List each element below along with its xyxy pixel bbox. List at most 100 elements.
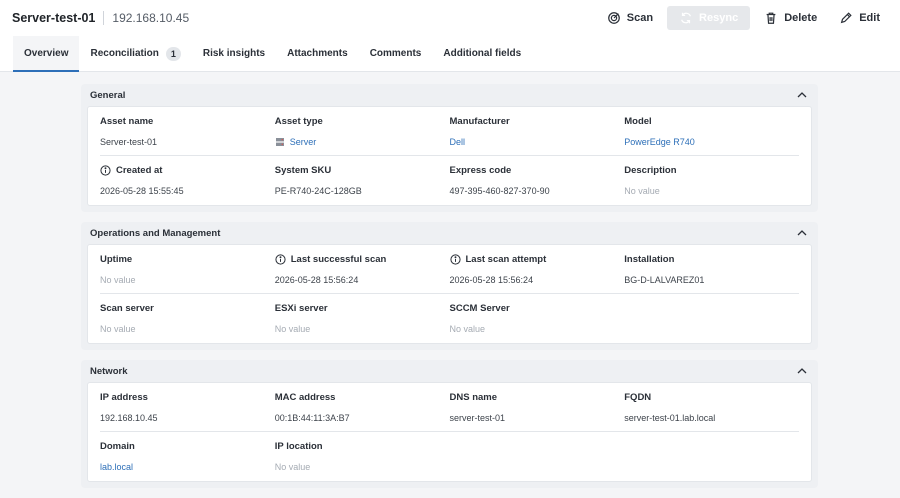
resync-label: Resync bbox=[699, 12, 739, 24]
delete-label: Delete bbox=[784, 12, 818, 24]
created-at-value: 2026-05-28 15:55:45 bbox=[100, 186, 184, 196]
network-section-header[interactable]: Network bbox=[87, 360, 812, 382]
field-model: Model PowerEdge R740 bbox=[624, 107, 799, 155]
field-manufacturer: Manufacturer Dell bbox=[450, 107, 625, 155]
dns-name-label: DNS name bbox=[449, 392, 498, 403]
field-asset-name: Asset name Server-test-01 bbox=[100, 107, 275, 155]
tab-bar: Overview Reconciliation 1 Risk insights A… bbox=[0, 36, 900, 72]
refresh-icon bbox=[681, 12, 692, 24]
sccm-label: SCCM Server bbox=[449, 303, 510, 314]
ip-location-label: IP location bbox=[274, 441, 323, 452]
network-card: IP address 192.168.10.45 MAC address 00:… bbox=[87, 382, 812, 482]
field-ip-address: IP address 192.168.10.45 bbox=[100, 383, 275, 431]
asset-type-value[interactable]: Server bbox=[275, 136, 450, 148]
field-last-successful-scan: Last successful scan 2026-05-28 15:56:24 bbox=[275, 245, 450, 293]
last-attempt-value: 2026-05-28 15:56:24 bbox=[449, 275, 534, 285]
asset-type-text: Server bbox=[289, 137, 317, 147]
asset-name-label: Asset name bbox=[100, 116, 154, 127]
model-label: Model bbox=[624, 116, 652, 127]
info-icon[interactable] bbox=[275, 254, 286, 265]
field-installation: Installation BG-D-LALVAREZ01 bbox=[624, 245, 799, 293]
field-system-sku: System SKU PE-R740-24C-128GB bbox=[275, 156, 450, 205]
operations-card: Uptime No value Last successful scan 202… bbox=[87, 244, 812, 344]
description-value: No value bbox=[624, 186, 660, 196]
field-asset-type: Asset type Server bbox=[275, 107, 450, 155]
scan-button[interactable]: Scan bbox=[599, 6, 661, 30]
header-actions: Scan Resync Delete Edit bbox=[599, 6, 888, 30]
system-sku-value: PE-R740-24C-128GB bbox=[274, 186, 362, 196]
tab-comments[interactable]: Comments bbox=[359, 36, 433, 71]
tab-risk-insights[interactable]: Risk insights bbox=[192, 36, 276, 71]
system-sku-label: System SKU bbox=[274, 165, 332, 176]
field-empty bbox=[450, 432, 625, 481]
esxi-value: No value bbox=[274, 324, 311, 334]
operations-row-2: Scan server No value ESXi server No valu… bbox=[100, 294, 799, 343]
tab-reconciliation[interactable]: Reconciliation 1 bbox=[79, 36, 191, 71]
operations-section-header[interactable]: Operations and Management bbox=[87, 222, 812, 244]
tab-additional-fields[interactable]: Additional fields bbox=[432, 36, 532, 71]
scan-server-value: No value bbox=[100, 324, 136, 334]
field-description: Description No value bbox=[624, 156, 799, 205]
general-section-title: General bbox=[90, 89, 126, 101]
tab-overview-label: Overview bbox=[24, 48, 69, 59]
field-ip-location: IP location No value bbox=[275, 432, 450, 481]
info-icon[interactable] bbox=[449, 254, 461, 265]
field-mac-address: MAC address 00:1B:44:11:3A:B7 bbox=[275, 383, 450, 431]
field-dns-name: DNS name server-test-01 bbox=[450, 383, 625, 431]
page-title: Server-test-01 bbox=[12, 11, 96, 25]
network-section-title: Network bbox=[90, 365, 128, 377]
edit-label: Edit bbox=[859, 12, 880, 24]
ip-address-value: 192.168.10.45 bbox=[100, 413, 158, 423]
model-link[interactable]: PowerEdge R740 bbox=[624, 136, 799, 148]
pencil-icon bbox=[840, 12, 852, 24]
chevron-up-icon[interactable] bbox=[796, 89, 808, 101]
manufacturer-link[interactable]: Dell bbox=[450, 136, 625, 148]
tab-overview[interactable]: Overview bbox=[13, 36, 80, 72]
tab-additional-fields-label: Additional fields bbox=[443, 48, 522, 59]
field-empty bbox=[624, 294, 799, 343]
ip-address-label: IP address bbox=[100, 392, 148, 403]
field-fqdn: FQDN server-test-01.lab.local bbox=[624, 383, 799, 431]
field-empty bbox=[624, 432, 799, 481]
fqdn-label: FQDN bbox=[624, 392, 652, 403]
radar-icon bbox=[607, 12, 620, 24]
asset-name-value: Server-test-01 bbox=[100, 137, 158, 147]
description-label: Description bbox=[624, 165, 677, 176]
sccm-value: No value bbox=[449, 324, 486, 334]
network-section: Network IP address 192.168.10.45 MAC add… bbox=[81, 360, 818, 488]
last-scan-label: Last successful scan bbox=[275, 253, 450, 266]
info-icon[interactable] bbox=[100, 165, 111, 176]
manufacturer-label: Manufacturer bbox=[449, 116, 510, 127]
field-created-at: Created at 2026-05-28 15:55:45 bbox=[100, 156, 275, 205]
uptime-value: No value bbox=[100, 275, 136, 285]
operations-section: Operations and Management Uptime No valu… bbox=[81, 222, 818, 350]
header-ip: 192.168.10.45 bbox=[112, 11, 190, 25]
field-domain: Domain lab.local bbox=[100, 432, 275, 481]
fqdn-value: server-test-01.lab.local bbox=[624, 413, 716, 423]
field-esxi-server: ESXi server No value bbox=[275, 294, 450, 343]
server-icon bbox=[275, 138, 284, 146]
edit-button[interactable]: Edit bbox=[831, 6, 888, 30]
field-sccm-server: SCCM Server No value bbox=[450, 294, 625, 343]
field-uptime: Uptime No value bbox=[100, 245, 275, 293]
resync-button[interactable]: Resync bbox=[667, 6, 751, 30]
title-divider bbox=[103, 11, 105, 25]
field-express-code: Express code 497-395-460-827-370-90 bbox=[450, 156, 625, 205]
domain-link[interactable]: lab.local bbox=[100, 461, 275, 473]
mac-address-label: MAC address bbox=[274, 392, 336, 403]
delete-button[interactable]: Delete bbox=[756, 6, 825, 30]
network-row-1: IP address 192.168.10.45 MAC address 00:… bbox=[100, 383, 799, 432]
last-scan-value: 2026-05-28 15:56:24 bbox=[274, 275, 359, 285]
last-attempt-label-text: Last scan attempt bbox=[465, 254, 547, 265]
ip-location-value: No value bbox=[274, 462, 311, 472]
mac-address-value: 00:1B:44:11:3A:B7 bbox=[274, 413, 350, 423]
chevron-up-icon[interactable] bbox=[796, 365, 808, 377]
created-at-label-text: Created at bbox=[116, 165, 163, 176]
trash-icon bbox=[766, 12, 776, 24]
chevron-up-icon[interactable] bbox=[796, 227, 808, 239]
installation-value: BG-D-LALVAREZ01 bbox=[624, 275, 705, 285]
dns-name-value: server-test-01 bbox=[449, 413, 506, 423]
general-row-2: Created at 2026-05-28 15:55:45 System SK… bbox=[100, 156, 799, 205]
tab-attachments[interactable]: Attachments bbox=[276, 36, 359, 71]
general-section-header[interactable]: General bbox=[87, 84, 812, 106]
